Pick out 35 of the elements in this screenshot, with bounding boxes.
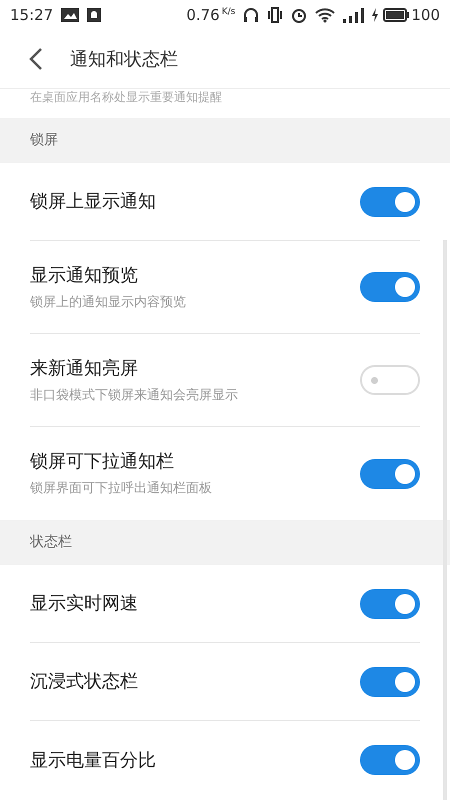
image-icon: [61, 8, 80, 22]
setting-label: 来新通知亮屏: [30, 356, 139, 381]
toggle-switch[interactable]: [360, 272, 420, 302]
toggle-switch[interactable]: [360, 458, 420, 488]
toggle-switch[interactable]: [360, 745, 420, 775]
toggle-switch[interactable]: [360, 365, 420, 395]
notification-icon: [87, 8, 102, 22]
toggle-switch[interactable]: [360, 186, 420, 216]
setting-description: 锁屏界面可下拉呼出通知栏面板: [30, 480, 213, 498]
battery-icon: [383, 8, 410, 22]
setting-label: 显示电量百分比: [30, 748, 157, 772]
network-unit: K/s: [222, 6, 236, 19]
section-header: 状态栏: [0, 520, 450, 565]
network-speed: 0.76: [186, 4, 220, 26]
battery-level: 100: [411, 4, 440, 26]
setting-label: 显示实时网速: [30, 592, 139, 616]
setting-label: 显示通知预览: [30, 264, 139, 288]
section-header: 锁屏: [0, 118, 450, 163]
signal-icon: [343, 7, 366, 23]
setting-description: 锁屏上的通知显示内容预览: [30, 294, 187, 312]
setting-description: 在桌面应用名称处显示重要通知提醒: [30, 89, 222, 105]
setting-description: 非口袋模式下锁屏来通知会亮屏显示: [30, 386, 239, 405]
page-title: 通知和状态栏: [70, 48, 178, 72]
charging-icon: [371, 8, 380, 22]
setting-label: 沉浸式状态栏: [30, 670, 139, 694]
toggle-switch[interactable]: [360, 588, 420, 618]
alarm-icon: [291, 7, 308, 23]
vibrate-icon: [267, 7, 284, 23]
back-icon: [29, 47, 43, 71]
setting-label: 锁屏上显示通知: [30, 190, 157, 214]
toggle-switch[interactable]: [360, 666, 420, 696]
wifi-icon: [315, 7, 336, 23]
setting-label: 锁屏可下拉通知栏: [30, 450, 175, 474]
status-time: 15:27: [10, 4, 54, 26]
headphones-icon: [243, 7, 260, 23]
